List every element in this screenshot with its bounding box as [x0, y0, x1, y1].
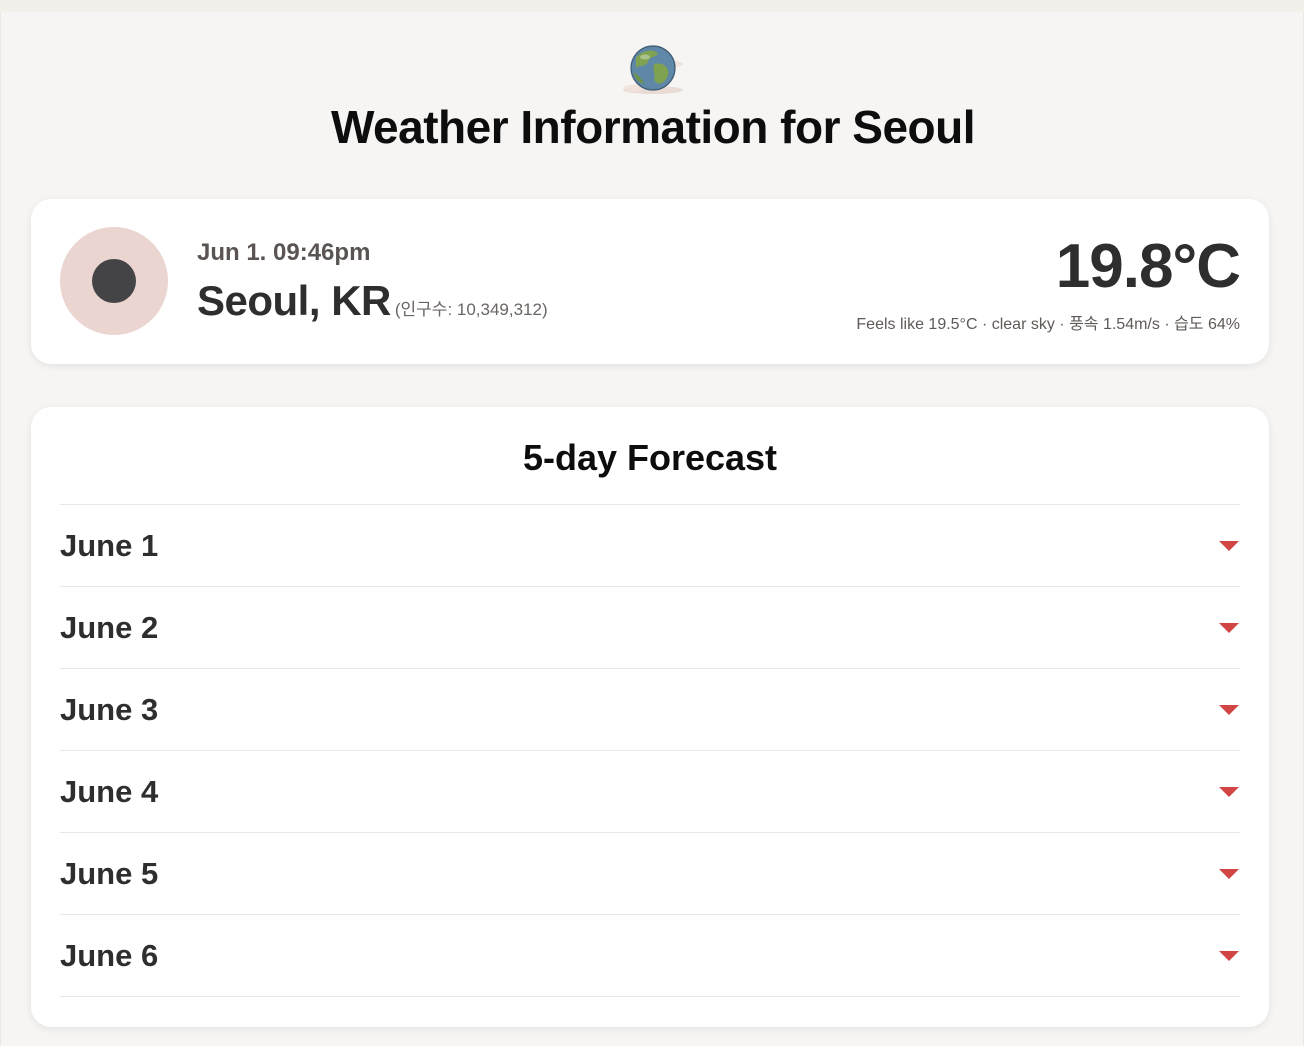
city-name: Seoul, KR	[197, 277, 391, 324]
weather-icon-dot	[92, 259, 136, 303]
forecast-day-row[interactable]: June 3	[60, 669, 1240, 751]
header-logo	[1, 42, 1304, 98]
current-temperature: 19.8°C	[1055, 232, 1241, 301]
forecast-title: 5-day Forecast	[522, 437, 778, 478]
population: (인구수: 10,349,312)	[394, 300, 548, 319]
page: Weather Information for Seoul Jun 1. 09:…	[0, 12, 1304, 1046]
city-line: Seoul, KR (인구수: 10,349,312)	[197, 277, 548, 325]
forecast-day-row[interactable]: June 1	[60, 505, 1240, 587]
forecast-day-label: June 2	[60, 609, 159, 645]
forecast-day-label: June 4	[60, 773, 159, 809]
forecast-day-label: June 5	[60, 855, 159, 891]
globe-icon	[623, 45, 683, 94]
caret-down-icon[interactable]	[1219, 540, 1239, 551]
forecast-day-label: June 6	[60, 937, 159, 973]
weather-details: Feels like 19.5°C · clear sky · 풍속 1.54m…	[856, 316, 1240, 333]
forecast-day-row[interactable]: June 4	[60, 751, 1240, 833]
current-datetime: Jun 1. 09:46pm	[197, 239, 371, 266]
caret-down-icon[interactable]	[1219, 704, 1239, 715]
caret-down-icon[interactable]	[1219, 950, 1239, 961]
forecast-day-row[interactable]: June 5	[60, 833, 1240, 915]
forecast-day-row[interactable]: June 6	[60, 915, 1240, 997]
caret-down-icon[interactable]	[1219, 868, 1239, 879]
top-bar	[0, 0, 1304, 12]
forecast-day-label: June 1	[60, 527, 159, 563]
forecast-card: 5-day Forecast June 1 June 2 June 3 June…	[31, 407, 1269, 1027]
caret-down-icon[interactable]	[1219, 786, 1239, 797]
page-title: Weather Information for Seoul	[330, 101, 976, 153]
forecast-list: June 1 June 2 June 3 June 4 June 5 June …	[60, 504, 1240, 997]
caret-down-icon[interactable]	[1219, 622, 1239, 633]
current-weather-card: Jun 1. 09:46pm Seoul, KR (인구수: 10,349,312…	[31, 199, 1269, 364]
forecast-day-label: June 3	[60, 691, 159, 727]
forecast-day-row[interactable]: June 2	[60, 587, 1240, 669]
clear-sky-icon	[60, 227, 168, 335]
